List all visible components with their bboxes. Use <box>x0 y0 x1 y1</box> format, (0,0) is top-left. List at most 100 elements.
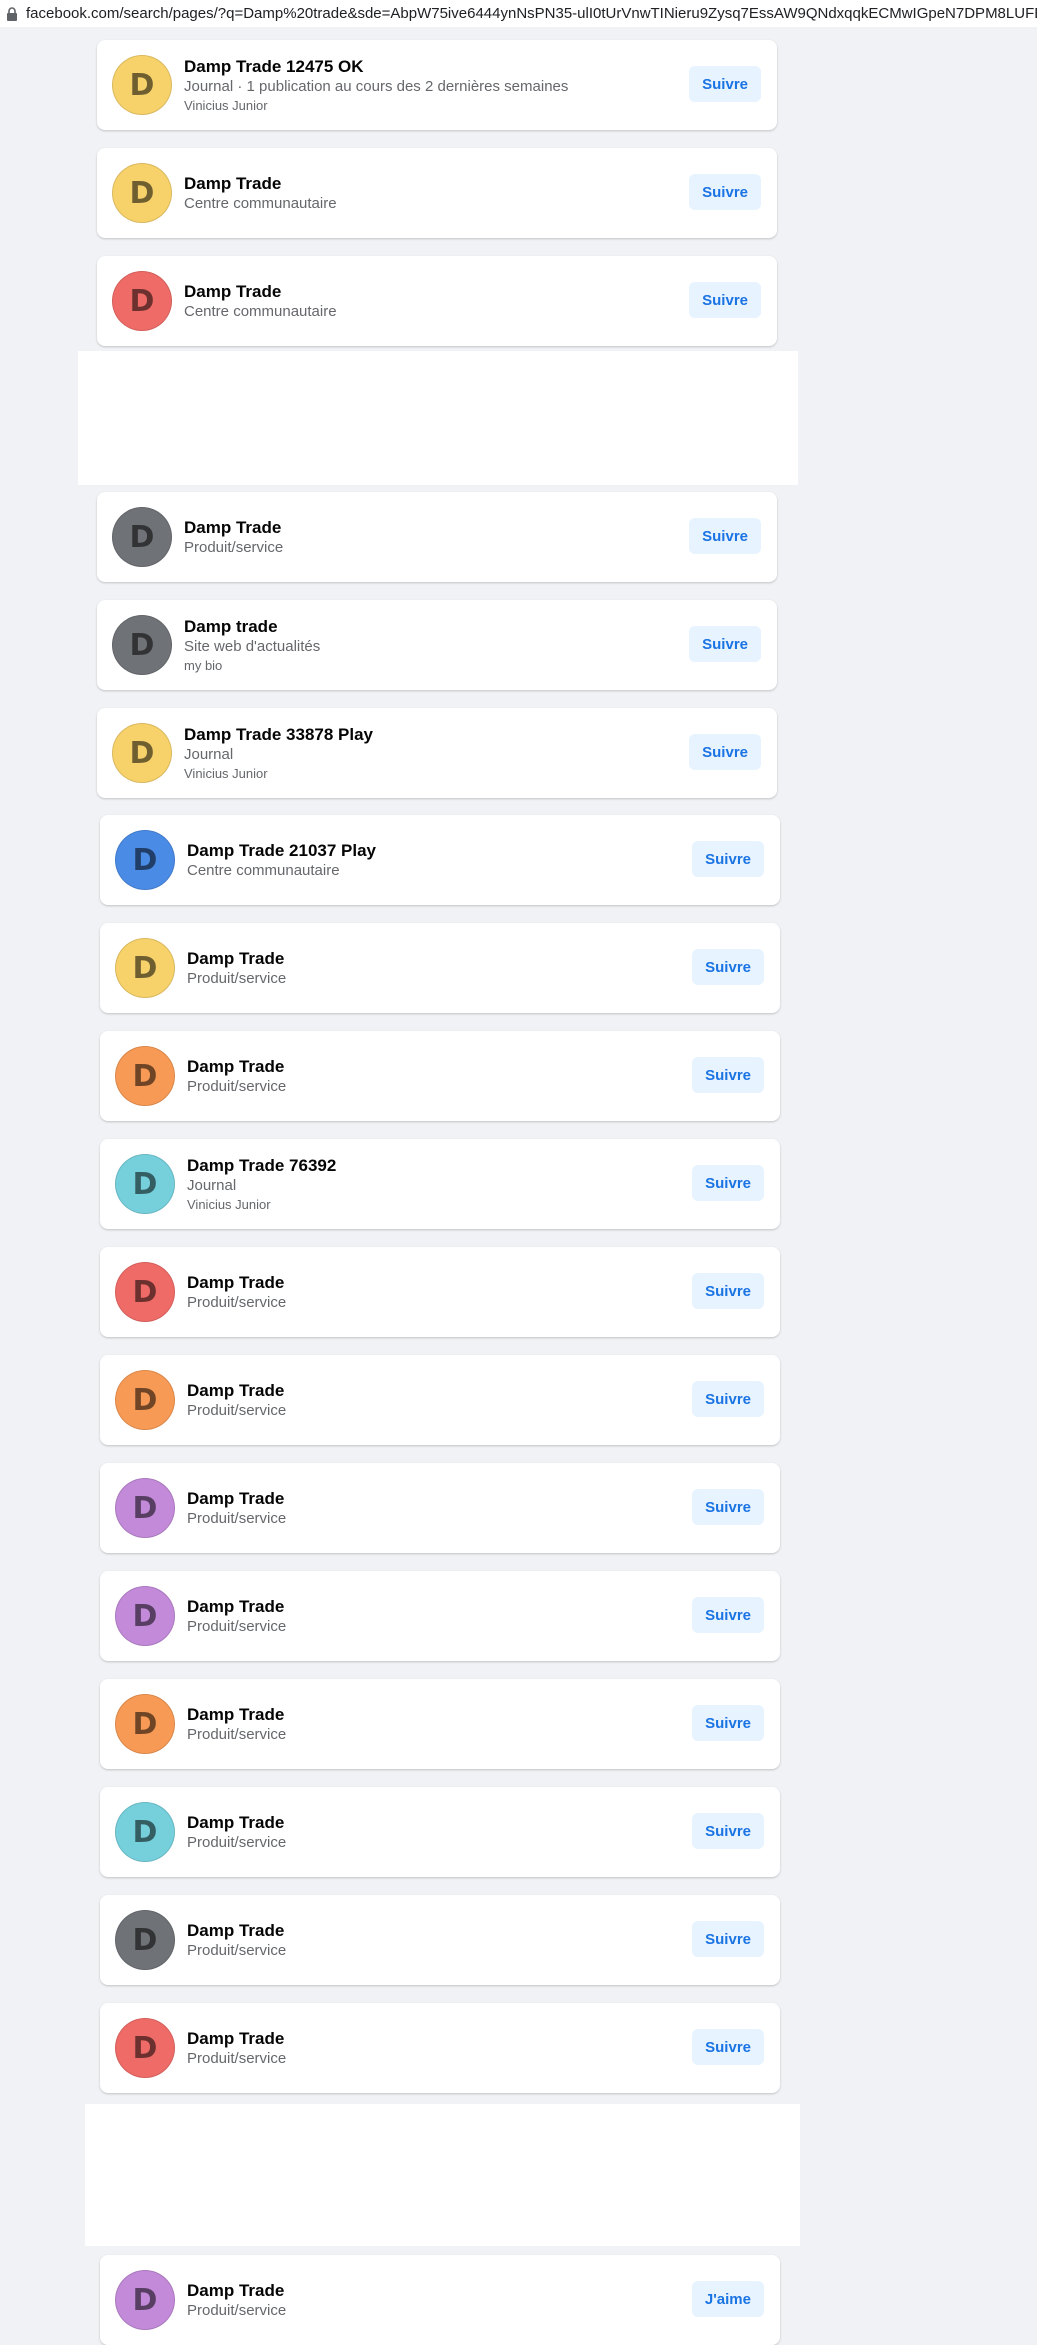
follow-button[interactable]: Suivre <box>689 282 761 318</box>
page-category: Produit/service <box>187 1617 287 1635</box>
result-card[interactable]: D Damp Trade Produit/service Suivre <box>100 1031 780 1121</box>
result-card[interactable]: D Damp Trade 33878 Play Journal Vinicius Ju… <box>97 708 777 798</box>
lock-icon <box>7 6 17 21</box>
page-name-link[interactable]: Damp Trade <box>184 173 337 194</box>
page-category: Produit/service <box>187 1833 287 1851</box>
result-card[interactable]: D Damp Trade Produit/service Suivre <box>100 1895 780 1985</box>
follow-button[interactable]: Suivre <box>689 174 761 210</box>
page-name-link[interactable]: Damp Trade <box>187 1704 286 1725</box>
result-info: Damp Trade Produit/service <box>187 923 286 1013</box>
page-avatar[interactable]: D <box>112 507 172 567</box>
page-category: Produit/service <box>187 1509 287 1527</box>
page-name-link[interactable]: Damp Trade <box>187 1920 286 1941</box>
url-text[interactable]: facebook.com/search/pages/?q=Damp%20trad… <box>26 5 1037 22</box>
follow-button[interactable]: Suivre <box>692 1489 764 1525</box>
page-name-link[interactable]: Damp Trade <box>187 2028 286 2049</box>
page-name-link[interactable]: Damp trade <box>184 616 320 637</box>
page-avatar[interactable]: D <box>115 2270 175 2330</box>
page-category: Journal <box>184 745 234 763</box>
page-avatar[interactable]: D <box>115 1262 175 1322</box>
follow-button[interactable]: Suivre <box>692 1165 764 1201</box>
follow-button[interactable]: Suivre <box>689 66 761 102</box>
page-avatar[interactable]: D <box>115 1802 175 1862</box>
follow-button[interactable]: Suivre <box>689 734 761 770</box>
page-avatar[interactable]: D <box>115 1370 175 1430</box>
result-card[interactable]: D Damp Trade 76392 Journal Vinicius Junior S… <box>100 1139 780 1229</box>
page-meta: Vinicius Junior <box>187 1196 271 1212</box>
page-name-link[interactable]: Damp Trade <box>184 517 283 538</box>
page-avatar[interactable]: D <box>115 1046 175 1106</box>
result-card[interactable]: D Damp Trade Centre communautaire Suivre <box>97 148 777 238</box>
page-category: Journal <box>187 1176 237 1194</box>
like-button[interactable]: J'aime <box>691 2281 764 2317</box>
result-info: Damp Trade Produit/service <box>187 1895 286 1985</box>
page-category: Produit/service <box>187 1401 287 1419</box>
result-info: Damp Trade 21037 Play Centre communautair… <box>187 815 376 905</box>
result-info: Damp Trade 12475 OK Journal · 1 publicati… <box>184 40 568 130</box>
result-card[interactable]: D Damp Trade Produit/service Suivre <box>100 1463 780 1553</box>
result-card[interactable]: D Damp Trade Centre communautaire Suivre <box>97 256 777 346</box>
result-card[interactable]: D Damp Trade Produit/service Suivre <box>100 1571 780 1661</box>
follow-button[interactable]: Suivre <box>692 841 764 877</box>
page-name-link[interactable]: Damp Trade 33878 Play <box>184 724 373 745</box>
follow-button[interactable]: Suivre <box>692 1921 764 1957</box>
follow-button[interactable]: Suivre <box>692 1813 764 1849</box>
page-name-link[interactable]: Damp Trade 76392 <box>187 1155 336 1176</box>
page-name-link[interactable]: Damp Trade <box>187 2280 286 2301</box>
page-avatar[interactable]: D <box>115 1910 175 1970</box>
result-card[interactable]: D Damp Trade 21037 Play Centre communautai… <box>100 815 780 905</box>
follow-button[interactable]: Suivre <box>692 949 764 985</box>
page-avatar[interactable]: D <box>115 938 175 998</box>
page-category: Journal · 1 publication au cours des 2 d… <box>184 77 569 95</box>
page-avatar[interactable]: D <box>112 163 172 223</box>
page-avatar[interactable]: D <box>112 55 172 115</box>
page-name-link[interactable]: Damp Trade <box>187 1812 286 1833</box>
page-avatar[interactable]: D <box>115 1694 175 1754</box>
result-card[interactable]: D Damp Trade 12475 OK Journal · 1 publicat… <box>97 40 777 130</box>
page-avatar[interactable]: D <box>112 723 172 783</box>
page-name-link[interactable]: Damp Trade <box>184 281 337 302</box>
page-avatar[interactable]: D <box>115 2018 175 2078</box>
page-name-link[interactable]: Damp Trade 21037 Play <box>187 840 376 861</box>
page-category: Produit/service <box>187 2049 287 2067</box>
result-card[interactable]: D Damp Trade Produit/service Suivre <box>97 492 777 582</box>
address-bar[interactable]: facebook.com/search/pages/?q=Damp%20trad… <box>0 0 1037 27</box>
follow-button[interactable]: Suivre <box>692 1705 764 1741</box>
page-name-link[interactable]: Damp Trade <box>187 1272 286 1293</box>
follow-button[interactable]: Suivre <box>689 518 761 554</box>
page-name-link[interactable]: Damp Trade 12475 OK <box>184 56 568 77</box>
follow-button[interactable]: Suivre <box>692 1057 764 1093</box>
result-info: Damp Trade Produit/service <box>187 2255 286 2345</box>
page-name-link[interactable]: Damp Trade <box>187 1488 286 1509</box>
page-avatar[interactable]: D <box>115 830 175 890</box>
page-name-link[interactable]: Damp Trade <box>187 1596 286 1617</box>
page-avatar[interactable]: D <box>115 1586 175 1646</box>
result-card[interactable]: D Damp Trade Produit/service Suivre <box>100 1247 780 1337</box>
page-avatar[interactable]: D <box>115 1154 175 1214</box>
page-category: Produit/service <box>187 1725 287 1743</box>
follow-button[interactable]: Suivre <box>692 2029 764 2065</box>
page-category: Produit/service <box>187 1941 287 1959</box>
result-card[interactable]: D Damp Trade Produit/service Suivre <box>100 1787 780 1877</box>
page-avatar[interactable]: D <box>115 1478 175 1538</box>
result-card[interactable]: D Damp Trade Produit/service Suivre <box>100 2003 780 2093</box>
follow-button[interactable]: Suivre <box>692 1381 764 1417</box>
page-meta: Vinicius Junior <box>184 97 268 113</box>
result-card[interactable]: D Damp Trade Produit/service J'aime <box>100 2255 780 2345</box>
follow-button[interactable]: Suivre <box>692 1597 764 1633</box>
result-card[interactable]: D Damp Trade Produit/service Suivre <box>100 1355 780 1445</box>
result-card[interactable]: D Damp trade Site web d'actualités my bio Su… <box>97 600 777 690</box>
page-avatar[interactable]: D <box>112 615 172 675</box>
page-name-link[interactable]: Damp Trade <box>187 948 286 969</box>
result-card[interactable]: D Damp Trade Produit/service Suivre <box>100 1679 780 1769</box>
page-category: Produit/service <box>187 1077 287 1095</box>
result-info: Damp Trade 76392 Journal Vinicius Junior <box>187 1139 336 1229</box>
follow-button[interactable]: Suivre <box>692 1273 764 1309</box>
page-name-link[interactable]: Damp Trade <box>187 1380 286 1401</box>
page-avatar[interactable]: D <box>112 271 172 331</box>
page-name-link[interactable]: Damp Trade <box>187 1056 286 1077</box>
result-card[interactable]: D Damp Trade Produit/service Suivre <box>100 923 780 1013</box>
page-meta: Vinicius Junior <box>184 765 268 781</box>
result-info: Damp Trade Produit/service <box>187 2003 286 2093</box>
follow-button[interactable]: Suivre <box>689 626 761 662</box>
